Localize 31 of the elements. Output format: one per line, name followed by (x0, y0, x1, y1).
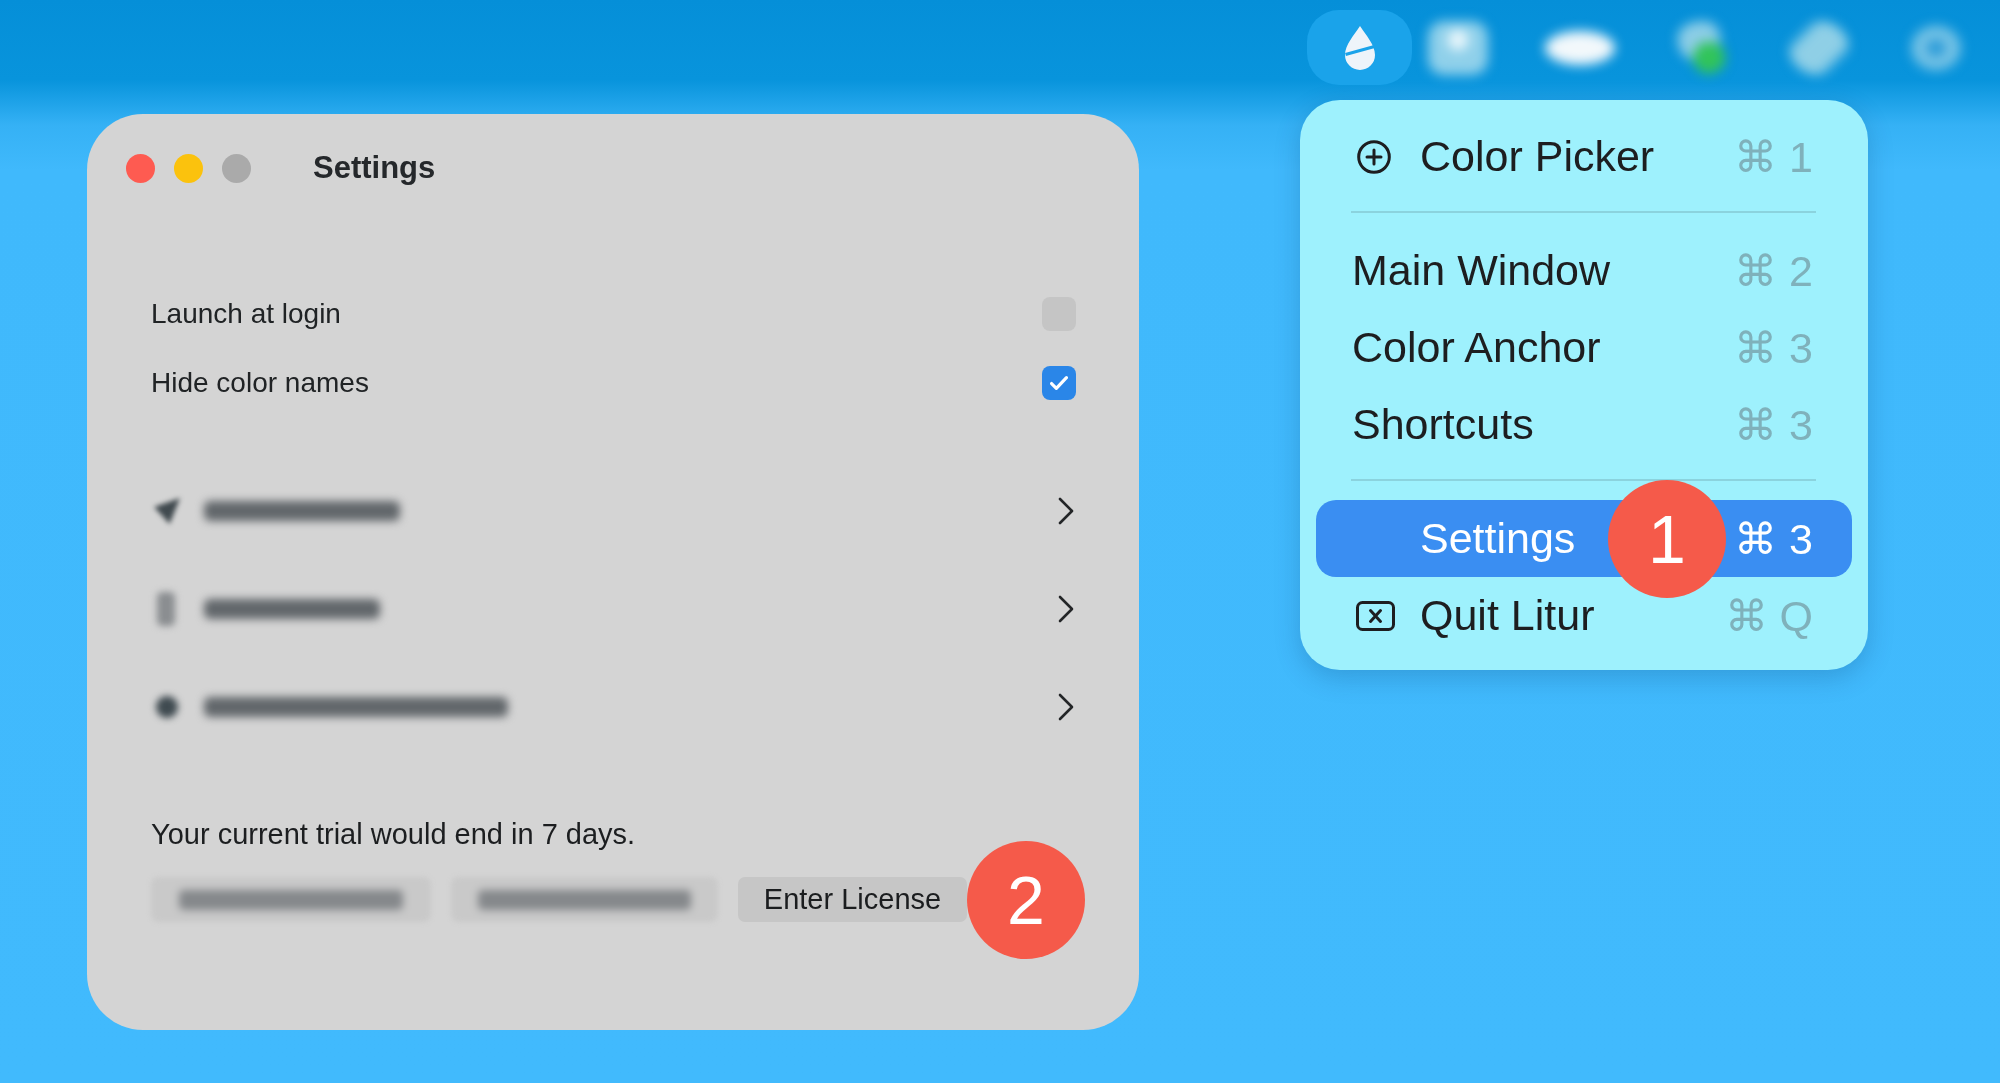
menu-item[interactable]: Shortcuts ⌘ 3 (1316, 386, 1852, 463)
option-label: Hide color names (151, 367, 369, 399)
menubar-item[interactable] (1307, 10, 1412, 85)
close-icon[interactable] (126, 153, 155, 183)
window-title: Settings (313, 150, 436, 186)
shortcut-label: ⌘ 3 (1734, 399, 1813, 450)
menu-item[interactable]: Color Picker ⌘ 1 (1316, 118, 1852, 195)
chevron-right-icon[interactable] (1058, 497, 1074, 525)
license-button[interactable]: Enter License (738, 877, 967, 922)
blurred-icon[interactable] (1789, 20, 1849, 75)
shortcut-label: ⌘ 2 (1734, 245, 1813, 296)
menu-item[interactable]: Color Anchor ⌘ 3 (1316, 309, 1852, 386)
chevron-right-icon[interactable] (1058, 595, 1074, 623)
x-box-icon (1356, 600, 1395, 631)
blurred-icon (156, 696, 178, 718)
option-label: Launch at login (151, 298, 341, 330)
step-callout: 1 (1608, 479, 1726, 598)
checkbox[interactable] (1042, 366, 1076, 400)
zoom-icon[interactable] (222, 153, 251, 183)
shortcut-label: ⌘ 3 (1734, 322, 1813, 373)
blurred-icon[interactable] (1545, 30, 1615, 65)
blurred-icon[interactable] (1428, 20, 1488, 75)
step-callout: 2 (967, 840, 1085, 959)
chevron-right-icon[interactable] (1058, 693, 1074, 721)
blurred-icon (157, 592, 175, 626)
shortcut-label: ⌘ 1 (1734, 131, 1813, 182)
blurred-icon (154, 498, 180, 524)
menu-item[interactable]: Main Window ⌘ 2 (1316, 232, 1852, 309)
checkmark-icon (1050, 376, 1068, 390)
plus-circle-icon (1357, 139, 1391, 174)
trial-notice: Your current trial would end in 7 days. (151, 817, 636, 852)
